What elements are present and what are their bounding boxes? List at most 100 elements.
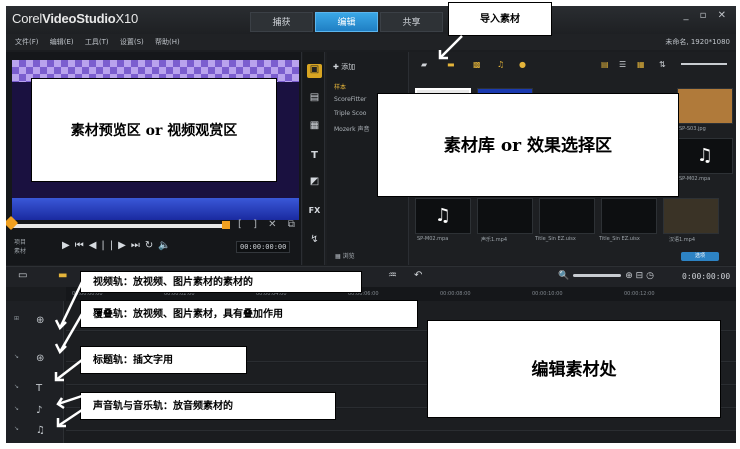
menu-tools[interactable]: 工具(T) [85, 34, 109, 50]
next-frame-icon[interactable]: |▶ [110, 240, 131, 251]
thumbnail-view-icon[interactable]: ▦ [637, 60, 645, 69]
menu-help[interactable]: 帮助(H) [155, 34, 180, 50]
project-info: 未命名, 1920*1080 [665, 38, 730, 46]
track-toggle-icon[interactable]: ↘ [14, 353, 19, 360]
library-toolbar: ▰ ▬ ▩ ♫ ● ▤ ☰ ▦ ⇅ [413, 58, 733, 74]
menu-edit[interactable]: 编辑(E) [50, 34, 74, 50]
folder-item[interactable]: Mozerk 声音 [334, 124, 370, 133]
mixer-icon[interactable]: ♒ [388, 270, 397, 281]
show-video-icon[interactable]: ▬ [447, 60, 455, 69]
trim-end-marker[interactable] [222, 221, 230, 229]
track-toggle-icon[interactable]: ↘ [14, 405, 19, 412]
thumbnail-caption: 声乐1.mp4 [481, 237, 507, 243]
ruler-tick-label: 00:00:08:00 [440, 291, 471, 297]
zoom-slider[interactable] [573, 274, 622, 277]
library-thumbnail[interactable] [477, 198, 533, 234]
voice-track-icon[interactable]: ♪ [36, 405, 42, 416]
transition-icon[interactable]: ▦ [307, 120, 322, 134]
music-track-icon[interactable]: ♫ [36, 425, 45, 436]
brand-main: VideoStudio [42, 11, 116, 26]
path-icon[interactable]: ↯ [307, 234, 322, 248]
play-icon[interactable]: ▶ [62, 240, 75, 251]
add-folder-button[interactable]: ✚ 添加 [333, 62, 355, 72]
show-audio-icon[interactable]: ♫ [497, 60, 504, 69]
folder-item[interactable]: ScoreFitter [334, 96, 366, 103]
timeline-view-icon[interactable]: ▬ [58, 270, 67, 281]
repeat-icon[interactable]: ↻ [145, 240, 158, 251]
instant-project-icon[interactable]: ▤ [307, 92, 322, 106]
library-thumbnail[interactable] [663, 198, 719, 234]
annotation-audio-track: 声音轨与音乐轨：放音频素材的 [80, 392, 336, 420]
annotation-edit-area: 编辑素材处 [427, 320, 721, 418]
label-clip[interactable]: 素材 [14, 247, 26, 256]
annotation-overlay-track: 覆叠轨：放视频、图片素材，具有叠加作用 [80, 300, 418, 328]
brand-version: X10 [115, 11, 139, 26]
window-controls[interactable]: _ ▫ ✕ [683, 10, 730, 21]
menu-settings[interactable]: 设置(S) [120, 34, 144, 50]
zoom-controls: 🔍 ⊕ ⊟ ◷ [558, 271, 654, 281]
video-track-icon[interactable]: ⊕ [36, 315, 44, 326]
options-button[interactable]: 选项 [681, 252, 719, 261]
filter-icon[interactable]: FX [307, 206, 322, 220]
undo-icon[interactable]: ↶ [414, 270, 422, 281]
home-icon[interactable]: ⏮ [75, 240, 89, 251]
graphic-icon[interactable]: ◩ [307, 176, 322, 190]
title-track-icon[interactable]: T [36, 383, 42, 394]
track-toggle-icon[interactable]: ↘ [14, 425, 19, 432]
library-thumbnail[interactable] [677, 88, 733, 124]
track-headers: ⊞ ⊕ ↘ ⊛ ↘ T ↘ ♪ ↘ ♫ [6, 301, 64, 443]
annotation-preview-area: 素材预览区 or 视频观赏区 [31, 78, 277, 182]
mark-in-out-buttons[interactable]: [ ] ✕ ⧉ [238, 219, 299, 230]
track-lock-icon[interactable]: ⊞ [14, 315, 19, 322]
browse-button[interactable]: ▦ 浏览 [335, 251, 355, 260]
annotation-library-area: 素材库 or 效果选择区 [377, 93, 679, 197]
thumbnail-caption: Title_Sin EZ.uisx [599, 236, 640, 242]
track-toggle-icon[interactable]: ↘ [14, 383, 19, 390]
tab-edit[interactable]: 编辑 [315, 12, 378, 32]
brand-prefix: Corel [12, 11, 43, 26]
thumbnail-caption: SP-S03.jpg [679, 126, 706, 132]
audio-thumbnail[interactable]: ♫ [415, 198, 471, 234]
end-icon[interactable]: ⏭ [131, 240, 145, 251]
library-category-bar: ▣ ▤ ▦ T ◩ FX ↯ [303, 52, 325, 265]
timeline-timecode[interactable]: 0:00:00:00 [682, 272, 730, 281]
thumbnail-caption: SP-M02.mpa [417, 236, 449, 242]
preview-scrubber[interactable] [12, 224, 228, 228]
sort-icon[interactable]: ⇅ [659, 60, 666, 69]
title-bar: CorelVideoStudioX10 捕获 编辑 共享 _ ▫ ✕ [6, 6, 736, 34]
fit-project-icon[interactable]: ⊟ [636, 271, 644, 281]
annotation-import: 导入素材 [448, 2, 552, 36]
thumbnail-caption: Title_Sin EZ.uisx [535, 236, 576, 242]
library-footer: 选项 [413, 250, 733, 264]
label-project[interactable]: 项目 [14, 238, 26, 247]
zoom-out-icon[interactable]: 🔍 [558, 271, 569, 281]
preview-floor [12, 198, 299, 220]
tab-share[interactable]: 共享 [380, 12, 443, 32]
thumb-size-slider[interactable] [681, 63, 727, 65]
preview-timecode[interactable]: 00:00:00:00 [236, 241, 291, 253]
menu-file[interactable]: 文件(F) [15, 34, 39, 50]
media-category-icon[interactable]: ▣ [307, 64, 322, 78]
folder-item[interactable]: Triple Scoo [334, 110, 366, 117]
title-icon[interactable]: T [307, 150, 322, 164]
show-photo-icon[interactable]: ▩ [473, 60, 481, 69]
library-thumbnail[interactable] [539, 198, 595, 234]
details-view-icon[interactable]: ☰ [619, 60, 626, 69]
clock-icon: ◷ [646, 271, 654, 281]
import-folder-icon[interactable]: ▰ [421, 60, 427, 69]
storyboard-view-icon[interactable]: ▭ [18, 270, 27, 281]
show-effect-icon[interactable]: ● [519, 60, 526, 69]
volume-icon[interactable]: 🔈 [158, 240, 175, 251]
tab-capture[interactable]: 捕获 [250, 12, 313, 32]
zoom-in-icon[interactable]: ⊕ [625, 271, 633, 281]
prev-frame-icon[interactable]: ◀| [89, 240, 110, 251]
audio-thumbnail[interactable]: ♫ [677, 138, 733, 174]
annotation-title-track: 标题轨：插文字用 [80, 346, 247, 374]
library-thumbnail[interactable] [601, 198, 657, 234]
list-view-icon[interactable]: ▤ [601, 60, 609, 69]
folder-item[interactable]: 样本 [334, 82, 346, 91]
ruler-tick-label: 00:00:12:00 [624, 291, 655, 297]
thumbnail-caption: 汉语1.mp4 [669, 237, 695, 243]
overlay-track-icon[interactable]: ⊛ [36, 353, 44, 364]
annotation-video-track: 视频轨：放视频、图片素材的素材的 [80, 271, 362, 293]
